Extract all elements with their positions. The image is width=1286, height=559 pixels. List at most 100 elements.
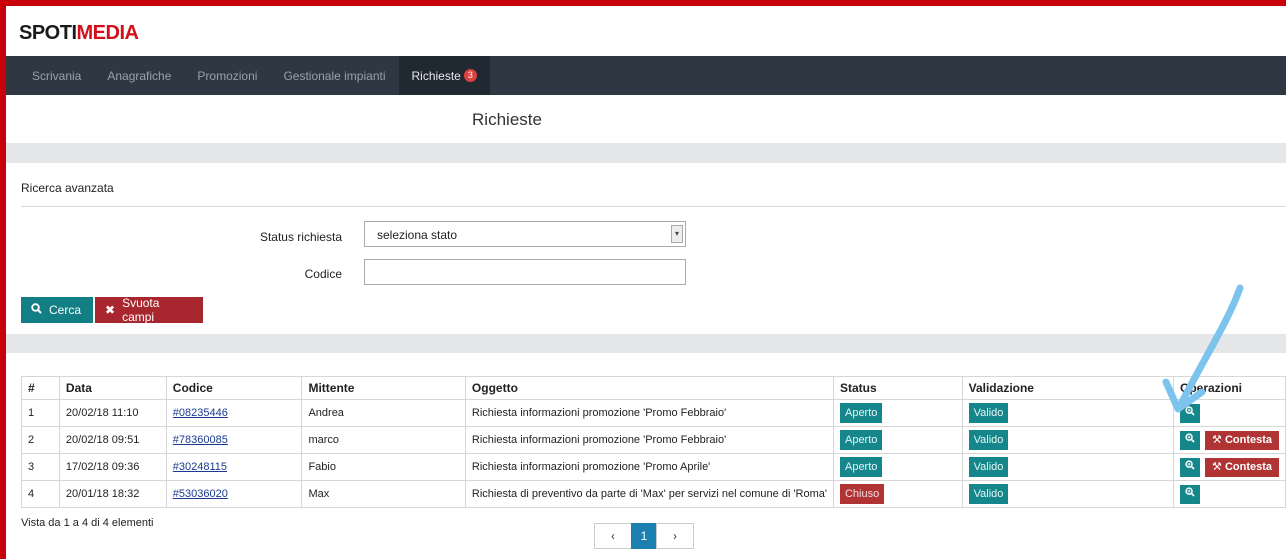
validation-badge: Valido <box>968 484 1009 504</box>
status-select-value: seleziona stato <box>377 228 458 242</box>
annotation-arrow <box>1162 284 1244 413</box>
view-details-button[interactable] <box>1180 430 1200 450</box>
view-details-button[interactable] <box>1180 484 1200 504</box>
validation-badge: Valido <box>968 430 1009 450</box>
row-number: 4 <box>21 480 60 508</box>
row-status: Aperto <box>832 399 963 427</box>
column-header[interactable]: Status <box>832 376 963 400</box>
column-header[interactable]: Validazione <box>961 376 1175 400</box>
row-number: 1 <box>21 399 60 427</box>
row-operations: ⚒ Contesta <box>1173 426 1286 454</box>
validation-badge: Valido <box>968 457 1009 477</box>
zoom-in-icon <box>1185 459 1195 470</box>
row-sender: Andrea <box>301 399 466 427</box>
nav-item-anagrafiche[interactable]: Anagrafiche <box>94 56 184 95</box>
row-subject: Richiesta di preventivo da parte di 'Max… <box>464 480 834 508</box>
row-code-link[interactable]: #78360085 <box>173 434 228 446</box>
page-button-current[interactable]: 1 <box>631 523 657 549</box>
section-divider <box>6 334 1286 353</box>
row-subject: Richiesta informazioni promozione 'Promo… <box>464 426 834 454</box>
section-divider <box>6 143 1286 163</box>
row-date: 20/01/18 18:32 <box>58 480 167 508</box>
view-details-button[interactable] <box>1180 457 1200 477</box>
row-number: 2 <box>21 426 60 454</box>
table-header-row: # Data Codice Mittente Oggetto Status Va… <box>21 376 1286 400</box>
row-validation: Valido <box>961 453 1175 481</box>
row-code: #53036020 <box>165 480 303 508</box>
row-sender: marco <box>301 426 466 454</box>
row-subject: Richiesta informazioni promozione 'Promo… <box>464 399 834 427</box>
row-status: Aperto <box>832 426 963 454</box>
table-info: Vista da 1 a 4 di 4 elementi <box>21 517 154 529</box>
table-row: 2 20/02/18 09:51 #78360085 marco Richies… <box>21 426 1286 454</box>
row-sender: Max <box>301 480 466 508</box>
column-header[interactable]: Data <box>58 376 167 400</box>
main-navbar: Scrivania Anagrafiche Promozioni Gestion… <box>6 56 1286 95</box>
zoom-in-icon <box>1185 486 1195 497</box>
pagination: ‹ 1 › <box>594 523 694 549</box>
row-status: Aperto <box>832 453 963 481</box>
gavel-icon: ⚒ <box>1212 433 1222 446</box>
row-code-link[interactable]: #08235446 <box>173 407 228 419</box>
row-subject: Richiesta informazioni promozione 'Promo… <box>464 453 834 481</box>
next-page-button[interactable]: › <box>656 523 694 549</box>
table-row: 4 20/01/18 18:32 #53036020 Max Richiesta… <box>21 480 1286 508</box>
column-header[interactable]: Oggetto <box>464 376 834 400</box>
row-operations: ⚒ Contesta <box>1173 453 1286 481</box>
row-code: #08235446 <box>165 399 303 427</box>
row-date: 20/02/18 09:51 <box>58 426 167 454</box>
status-select[interactable]: seleziona stato ▾ <box>364 221 686 247</box>
page-title: Richieste <box>472 110 542 129</box>
row-validation: Valido <box>961 399 1175 427</box>
row-status: Chiuso <box>832 480 963 508</box>
requests-table: # Data Codice Mittente Oggetto Status Va… <box>21 376 1286 508</box>
table-row: 1 20/02/18 11:10 #08235446 Andrea Richie… <box>21 399 1286 427</box>
dispute-button-label: Contesta <box>1224 460 1272 473</box>
column-header[interactable]: Codice <box>165 376 303 400</box>
code-input[interactable] <box>364 259 686 285</box>
prev-page-button[interactable]: ‹ <box>594 523 632 549</box>
row-code-link[interactable]: #53036020 <box>173 488 228 500</box>
nav-item-richieste[interactable]: Richieste 3 <box>398 56 490 95</box>
search-button[interactable]: Cerca <box>21 297 93 323</box>
close-icon: ✖ <box>105 303 116 317</box>
search-button-label: Cerca <box>49 303 82 317</box>
nav-item-gestionale-impianti[interactable]: Gestionale impianti <box>270 56 398 95</box>
status-badge: Aperto <box>839 403 883 423</box>
status-label: Status richiesta <box>259 230 342 244</box>
code-label: Codice <box>304 267 342 281</box>
row-operations <box>1173 480 1286 508</box>
validation-badge: Valido <box>968 403 1009 423</box>
advanced-search-label: Ricerca avanzata <box>21 181 114 195</box>
divider-line <box>21 206 1286 207</box>
logo: SPOTIMEDIA <box>19 22 139 44</box>
status-badge: Aperto <box>839 430 883 450</box>
search-icon <box>31 303 42 317</box>
nav-item-scrivania[interactable]: Scrivania <box>6 56 94 95</box>
nav-item-promozioni[interactable]: Promozioni <box>184 56 270 95</box>
row-validation: Valido <box>961 426 1175 454</box>
table-row: 3 17/02/18 09:36 #30248115 Fabio Richies… <box>21 453 1286 481</box>
row-validation: Valido <box>961 480 1175 508</box>
notification-badge: 3 <box>463 69 477 82</box>
row-code: #78360085 <box>165 426 303 454</box>
row-code: #30248115 <box>165 453 303 481</box>
status-badge: Aperto <box>839 457 883 477</box>
row-number: 3 <box>21 453 60 481</box>
column-header[interactable]: # <box>21 376 60 400</box>
nav-item-richieste-label: Richieste <box>411 68 461 83</box>
chevron-down-icon: ▾ <box>671 225 683 243</box>
dispute-button-label: Contesta <box>1224 433 1272 446</box>
row-date: 20/02/18 11:10 <box>58 399 167 427</box>
row-sender: Fabio <box>301 453 466 481</box>
dispute-button[interactable]: ⚒ Contesta <box>1205 430 1279 450</box>
column-header[interactable]: Mittente <box>301 376 466 400</box>
dispute-button[interactable]: ⚒ Contesta <box>1205 457 1279 477</box>
clear-fields-button[interactable]: ✖ Svuota campi <box>95 296 203 324</box>
zoom-in-icon <box>1185 432 1195 443</box>
gavel-icon: ⚒ <box>1212 460 1222 473</box>
clear-fields-button-label: Svuota campi <box>122 296 160 324</box>
status-badge: Chiuso <box>839 484 885 504</box>
app-frame: SPOTIMEDIA Scrivania Anagrafiche Promozi… <box>6 6 1286 559</box>
row-code-link[interactable]: #30248115 <box>173 461 227 473</box>
